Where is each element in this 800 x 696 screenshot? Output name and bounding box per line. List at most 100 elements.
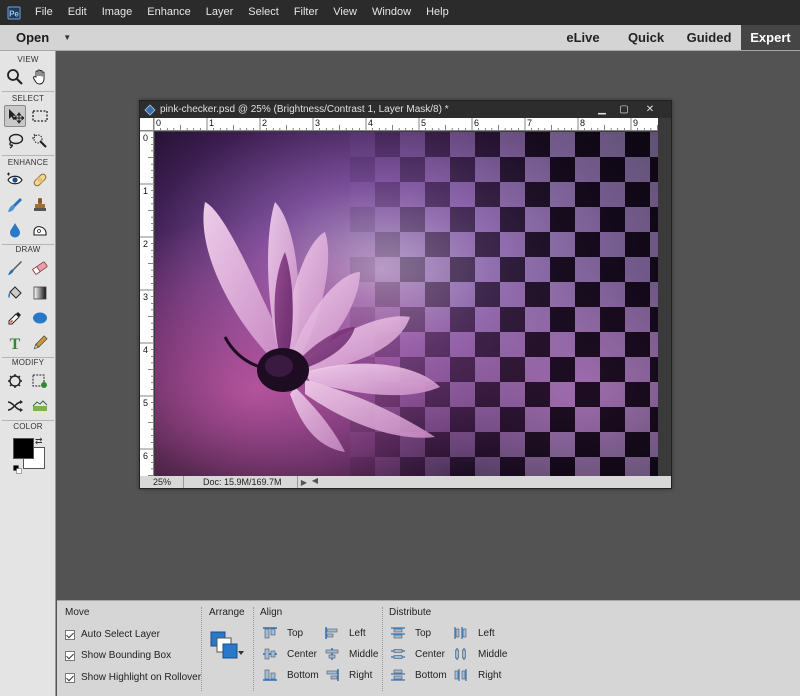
checker-square <box>575 207 600 232</box>
show-highlight-rollover-checkbox[interactable]: Show Highlight on Rollover <box>65 672 201 683</box>
clone-stamp-tool-button[interactable] <box>29 194 51 216</box>
distribute-left-label: Left <box>478 627 495 639</box>
checker-square <box>425 257 450 282</box>
scroll-left-icon[interactable]: ◀ <box>310 476 320 485</box>
checkbox-checked-icon[interactable] <box>65 672 75 683</box>
vertical-scrollbar[interactable] <box>658 118 671 476</box>
distribute-middle-button[interactable]: Middle <box>454 648 507 660</box>
chevron-down-icon[interactable]: ▼ <box>63 33 71 42</box>
menu-window[interactable]: Window <box>365 0 419 25</box>
rectangular-marquee-icon <box>32 110 48 122</box>
status-menu-arrow-icon[interactable]: ▶ <box>298 478 310 487</box>
sponge-tool-button[interactable] <box>29 219 51 241</box>
checker-square <box>425 207 450 232</box>
align-center-button[interactable]: Center <box>263 648 317 660</box>
hand-tool-button[interactable] <box>29 66 51 88</box>
recompose-tool-button[interactable] <box>29 370 51 392</box>
menu-layer[interactable]: Layer <box>199 0 242 25</box>
distribute-right-button[interactable]: Right <box>454 669 501 681</box>
align-bottom-button[interactable]: Bottom <box>263 669 319 681</box>
menu-file[interactable]: File <box>28 0 61 25</box>
align-right-button[interactable]: Right <box>325 669 372 681</box>
tab-guided[interactable]: Guided <box>680 25 738 50</box>
align-left-label: Left <box>349 627 366 639</box>
arrange-layers-icon <box>210 631 244 659</box>
tab-expert[interactable]: Expert <box>741 25 800 50</box>
hand-icon <box>32 69 45 85</box>
checkbox-checked-icon[interactable] <box>65 650 75 661</box>
smart-brush-tool-button[interactable] <box>4 194 26 216</box>
minimize-button[interactable]: ▁ <box>592 103 612 116</box>
checker-square <box>650 282 658 307</box>
default-colors-icon[interactable] <box>13 461 22 474</box>
pencil-tool-button[interactable] <box>29 332 51 354</box>
checker-square <box>600 257 625 282</box>
tool-options-bar: Move Auto Select Layer Show Bounding Box… <box>57 600 800 696</box>
blur-tool-button[interactable] <box>4 219 26 241</box>
type-tool-button[interactable]: T <box>4 332 26 354</box>
document-titlebar[interactable]: pink-checker.psd @ 25% (Brightness/Contr… <box>140 101 671 118</box>
move-tool-button[interactable] <box>4 105 26 127</box>
red-eye-tool-button[interactable] <box>4 169 26 191</box>
horizontal-ruler[interactable]: 0 1 2 3 4 5 6 7 8 9 <box>154 118 658 131</box>
open-button[interactable]: Open ▼ <box>0 25 78 50</box>
arrange-dropdown[interactable] <box>209 629 245 661</box>
distribute-top-button[interactable]: Top <box>391 627 431 639</box>
menu-help[interactable]: Help <box>419 0 457 25</box>
checker-square <box>625 232 650 257</box>
checker-square <box>575 132 600 157</box>
close-button[interactable]: ✕ <box>640 103 660 116</box>
show-bounding-box-checkbox[interactable]: Show Bounding Box <box>65 650 171 661</box>
vertical-ruler[interactable]: 0 1 2 3 4 5 6 <box>140 131 154 476</box>
checker-square <box>375 157 400 182</box>
checkbox-checked-icon[interactable] <box>65 629 75 640</box>
straighten-icon <box>32 400 48 411</box>
checker-square <box>550 157 575 182</box>
foreground-color-swatch[interactable] <box>13 438 34 459</box>
checker-square <box>475 157 500 182</box>
marquee-tool-button[interactable] <box>29 105 51 127</box>
menu-enhance[interactable]: Enhance <box>140 0 198 25</box>
spot-healing-tool-button[interactable] <box>29 169 51 191</box>
swap-colors-icon[interactable]: ⇄ <box>35 436 43 447</box>
restore-button[interactable]: ▢ <box>614 103 634 116</box>
eraser-tool-button[interactable] <box>29 257 51 279</box>
menu-filter[interactable]: Filter <box>287 0 326 25</box>
checkbox-label: Show Bounding Box <box>81 650 172 661</box>
crop-tool-button[interactable] <box>4 370 26 392</box>
zoom-level-field[interactable]: 25% <box>140 476 184 488</box>
ruler-label: 6 <box>474 118 480 128</box>
image-canvas[interactable] <box>155 132 658 476</box>
checker-square <box>625 357 650 382</box>
eyedropper-tool-button[interactable] <box>4 307 26 329</box>
gradient-tool-button[interactable] <box>29 282 51 304</box>
auto-select-layer-checkbox[interactable]: Auto Select Layer <box>65 629 160 640</box>
tab-elive[interactable]: eLive <box>556 25 610 50</box>
align-left-button[interactable]: Left <box>325 627 366 639</box>
horizontal-scrollbar[interactable]: ◀ <box>310 476 671 488</box>
menu-image[interactable]: Image <box>95 0 141 25</box>
menu-view[interactable]: View <box>326 0 365 25</box>
quick-selection-tool-button[interactable] <box>29 130 51 152</box>
distribute-bottom-button[interactable]: Bottom <box>391 669 447 681</box>
content-aware-move-tool-button[interactable] <box>4 395 26 417</box>
zoom-tool-button[interactable] <box>4 66 26 88</box>
align-middle-button[interactable]: Middle <box>325 648 378 660</box>
checker-square <box>575 332 600 357</box>
tab-quick[interactable]: Quick <box>620 25 672 50</box>
menu-edit[interactable]: Edit <box>61 0 95 25</box>
ellipse-icon <box>33 312 47 324</box>
brush-tool-button[interactable] <box>4 257 26 279</box>
checker-square <box>400 457 425 476</box>
document-title: pink-checker.psd @ 25% (Brightness/Contr… <box>160 104 449 115</box>
distribute-left-button[interactable]: Left <box>454 627 495 639</box>
align-top-button[interactable]: Top <box>263 627 303 639</box>
checker-square <box>600 182 625 207</box>
distribute-center-button[interactable]: Center <box>391 648 445 660</box>
shape-tool-button[interactable] <box>29 307 51 329</box>
menu-select[interactable]: Select <box>241 0 287 25</box>
checker-square <box>375 232 400 257</box>
straighten-tool-button[interactable] <box>29 395 51 417</box>
paint-bucket-tool-button[interactable] <box>4 282 26 304</box>
lasso-tool-button[interactable] <box>4 130 26 152</box>
